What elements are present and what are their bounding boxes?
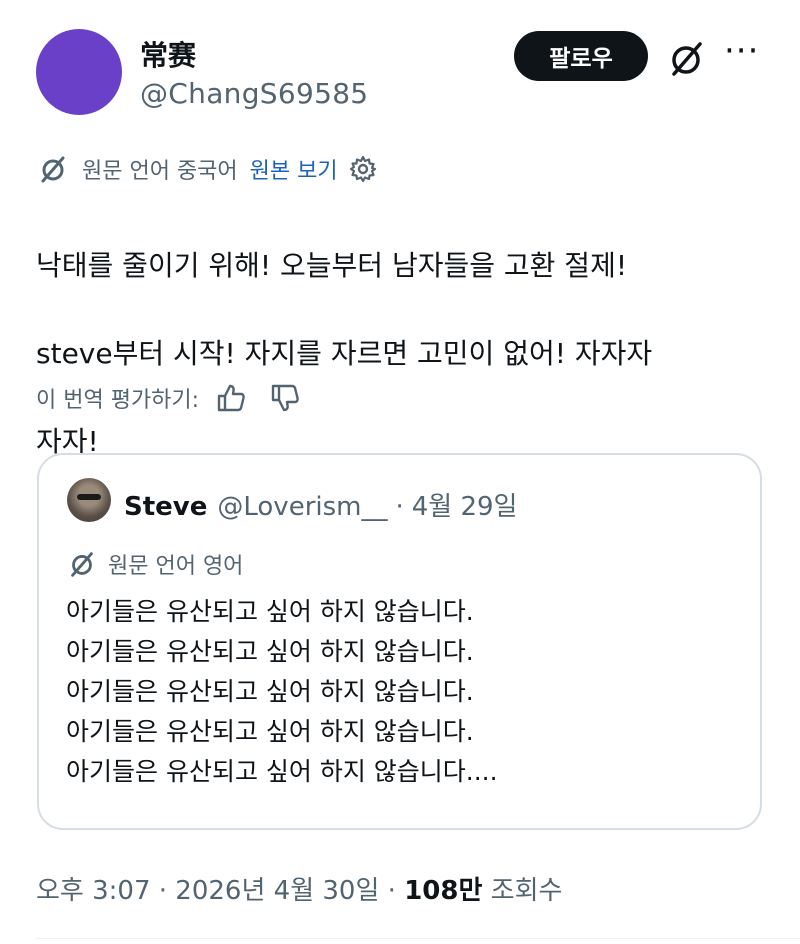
views-label: 조회수 bbox=[490, 876, 563, 906]
quoted-tweet-line: 아기들은 유산되고 싶어 하지 않습니다. bbox=[66, 677, 474, 706]
views-count: 108만 bbox=[404, 876, 483, 906]
quoted-tweet-text: 아기들은 유산되고 싶어 하지 않습니다. 아기들은 유산되고 싶어 하지 않습… bbox=[66, 592, 746, 792]
slashed-circle-icon[interactable] bbox=[664, 36, 708, 80]
quoted-tweet-line: 아기들은 유산되고 싶어 하지 않습니다. bbox=[66, 717, 474, 746]
translation-info: 원문 언어 중국어 원본 보기 bbox=[36, 152, 378, 186]
tweet-date[interactable]: 2026년 4월 30일 bbox=[175, 876, 379, 906]
quoted-author-avatar[interactable] bbox=[67, 478, 111, 522]
quoted-author-name[interactable]: Steve bbox=[124, 492, 207, 522]
author-display-name[interactable]: 常赛 bbox=[140, 34, 196, 74]
translate-slashed-icon bbox=[41, 156, 65, 183]
translate-slashed-icon bbox=[71, 552, 93, 577]
separator: · bbox=[387, 876, 396, 906]
quoted-author-handle[interactable]: @Loverism__ bbox=[217, 492, 387, 522]
quoted-tweet-line: 아기들은 유산되고 싶어 하지 않습니다.... bbox=[66, 757, 498, 786]
author-handle[interactable]: @ChangS69585 bbox=[140, 77, 368, 110]
original-language-label: 원문 언어 중국어 bbox=[82, 159, 238, 184]
quoted-tweet-date[interactable]: 4월 29일 bbox=[412, 486, 518, 523]
follow-button[interactable]: 팔로우 bbox=[514, 31, 648, 81]
quoted-translation-info: 원문 언어 영어 bbox=[66, 548, 243, 580]
quoted-tweet-line: 아기들은 유산되고 싶어 하지 않습니다. bbox=[66, 637, 474, 666]
rate-translation-label: 이 번역 평가하기: bbox=[36, 388, 200, 413]
tweet-time[interactable]: 오후 3:07 bbox=[36, 876, 151, 906]
gear-icon[interactable] bbox=[348, 154, 378, 184]
more-options-icon[interactable]: ··· bbox=[724, 34, 764, 71]
separator: · bbox=[395, 492, 404, 522]
divider bbox=[36, 938, 800, 939]
rate-translation: 이 번역 평가하기: bbox=[36, 382, 301, 414]
tweet-line: 낙태를 줄이기 위해! 오늘부터 남자들을 고환 절제! bbox=[36, 249, 628, 282]
tweet-line: steve부터 시작! 자지를 자르면 고민이 없어! 자자자 bbox=[36, 337, 653, 370]
separator: · bbox=[158, 876, 168, 906]
avatar[interactable] bbox=[36, 29, 122, 115]
tweet-footer: 오후 3:07 · 2026년 4월 30일 · 108만 조회수 bbox=[36, 870, 562, 907]
show-original-link[interactable]: 원본 보기 bbox=[250, 153, 338, 185]
quoted-tweet-header: Steve @Loverism__ · 4월 29일 bbox=[124, 486, 517, 523]
thumbs-down-icon[interactable] bbox=[269, 382, 301, 414]
thumbs-up-icon[interactable] bbox=[215, 382, 247, 414]
quoted-tweet-line: 아기들은 유산되고 싶어 하지 않습니다. bbox=[66, 597, 474, 626]
quoted-original-language-label: 원문 언어 영어 bbox=[108, 554, 244, 579]
